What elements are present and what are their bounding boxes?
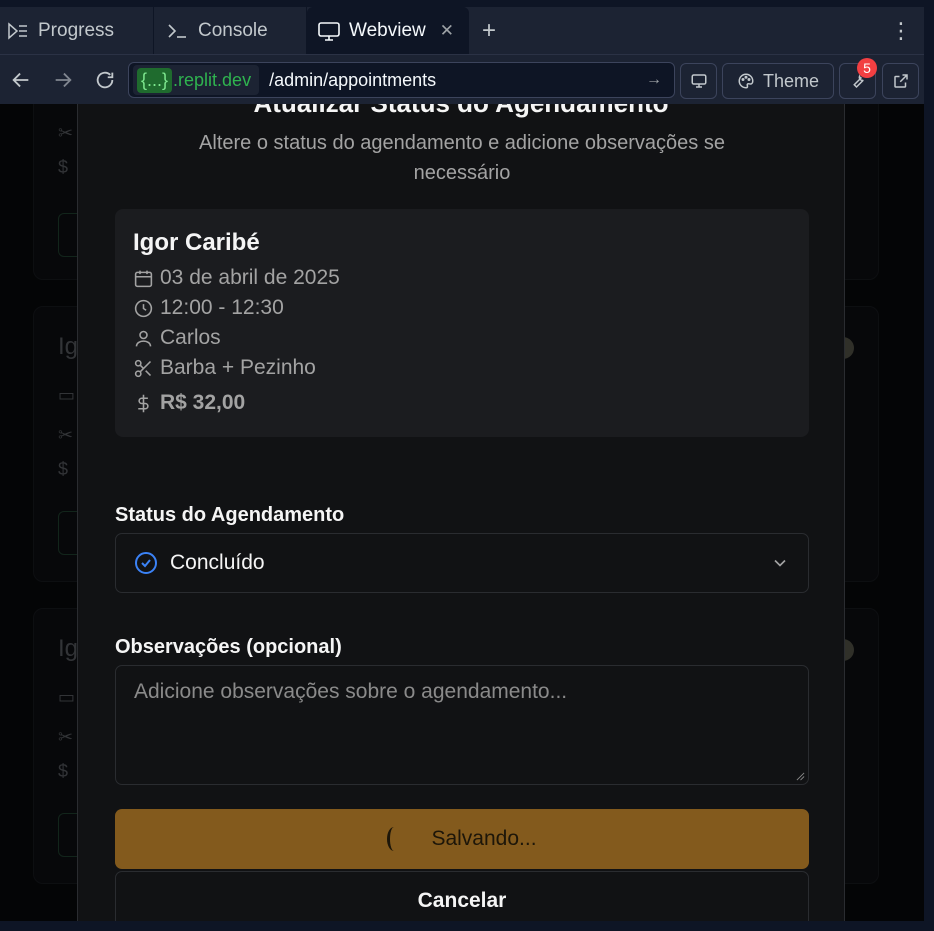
- appointment-service: Barba + Pezinho: [133, 356, 316, 380]
- host-badge: {...}: [137, 67, 173, 93]
- cancel-button[interactable]: Cancelar: [115, 871, 809, 921]
- resize-grip-icon[interactable]: [796, 772, 805, 781]
- arrow-right-icon: [55, 72, 72, 87]
- appointment-date: 03 de abril de 2025: [133, 266, 340, 290]
- tab-console-label: Console: [198, 19, 268, 41]
- client-name: Igor Caribé: [133, 229, 260, 256]
- window-right-border: [924, 0, 934, 931]
- spinner-icon: [387, 827, 401, 851]
- url-host: {...} .replit.dev: [133, 65, 260, 95]
- save-label: Salvando...: [431, 827, 537, 850]
- chevron-down-icon: [774, 559, 786, 567]
- appointment-time: 12:00 - 12:30: [133, 296, 284, 320]
- check-circle-icon: [135, 552, 157, 574]
- notes-label: Observações (opcional): [115, 636, 342, 658]
- notes-placeholder: Adicione observações sobre o agendamento…: [134, 680, 568, 703]
- open-external-button[interactable]: [882, 63, 919, 99]
- vertical-dots-icon: ⋮: [890, 17, 912, 43]
- cancel-label: Cancelar: [417, 889, 507, 912]
- close-icon[interactable]: ✕: [440, 21, 454, 41]
- dollar-icon: [138, 394, 149, 412]
- plus-icon: +: [481, 16, 496, 44]
- status-select[interactable]: Concluído: [115, 533, 809, 593]
- workspace-tab-bar: Progress Console Webview ✕ + ⋮: [0, 7, 924, 54]
- monitor-icon: [691, 74, 706, 88]
- reload-button[interactable]: [84, 60, 126, 100]
- notes-textarea[interactable]: Adicione observações sobre o agendamento…: [115, 665, 809, 785]
- theme-label: Theme: [762, 70, 820, 91]
- user-icon: [135, 330, 152, 346]
- external-link-icon: [893, 74, 908, 88]
- appointment-summary: Igor Caribé 03 de abril de 2025 12:00 - …: [115, 209, 809, 437]
- back-button[interactable]: [0, 60, 42, 100]
- update-status-dialog: Atualizar Status do Agendamento Altere o…: [77, 104, 845, 921]
- host-text: .replit.dev: [173, 69, 252, 90]
- more-options-button[interactable]: ⋮: [878, 7, 924, 54]
- tab-progress[interactable]: Progress: [0, 7, 154, 54]
- webview-page: ✂ $ Ig ▭ ✂ $ Ig ▭ ✂ $ Atualizar Status d…: [0, 104, 924, 921]
- window-bottom-border: [0, 921, 934, 931]
- calendar-icon: [134, 270, 153, 287]
- url-field[interactable]: {...} .replit.dev /admin/appointments →: [128, 62, 675, 98]
- theme-button[interactable]: Theme: [722, 63, 834, 99]
- notification-badge: 5: [857, 58, 877, 78]
- price-text: R$ 32,00: [160, 391, 246, 414]
- appointment-barber: Carlos: [133, 326, 221, 350]
- reload-icon: [96, 71, 114, 88]
- scissors-icon: [134, 359, 152, 377]
- palette-icon: [738, 73, 754, 89]
- tab-webview-label: Webview: [349, 19, 426, 41]
- service-text: Barba + Pezinho: [160, 356, 316, 379]
- webview-address-bar: {...} .replit.dev /admin/appointments → …: [0, 54, 924, 104]
- url-path: /admin/appointments: [269, 69, 437, 90]
- monitor-icon: [318, 21, 340, 41]
- device-preview-button[interactable]: [680, 63, 717, 99]
- clock-icon: [134, 299, 153, 317]
- dialog-subtitle: Altere o status do agendamento e adicion…: [199, 132, 725, 184]
- tab-webview[interactable]: Webview ✕: [307, 7, 469, 54]
- time-text: 12:00 - 12:30: [160, 296, 284, 319]
- go-arrow-icon[interactable]: →: [646, 71, 662, 89]
- console-icon: [168, 23, 186, 38]
- arrow-left-icon: [12, 72, 29, 87]
- dialog-title: Atualizar Status do Agendamento: [78, 104, 844, 119]
- date-text: 03 de abril de 2025: [160, 266, 340, 289]
- add-tab-button[interactable]: +: [469, 7, 509, 54]
- status-value: Concluído: [170, 551, 265, 574]
- status-label: Status do Agendamento: [115, 504, 345, 526]
- progress-icon: [8, 21, 27, 40]
- tab-progress-label: Progress: [38, 19, 115, 41]
- forward-button[interactable]: [42, 60, 84, 100]
- appointment-price: R$ 32,00: [133, 391, 245, 415]
- barber-text: Carlos: [160, 326, 221, 349]
- save-button[interactable]: Salvando...: [115, 809, 809, 869]
- tab-console[interactable]: Console: [154, 7, 307, 54]
